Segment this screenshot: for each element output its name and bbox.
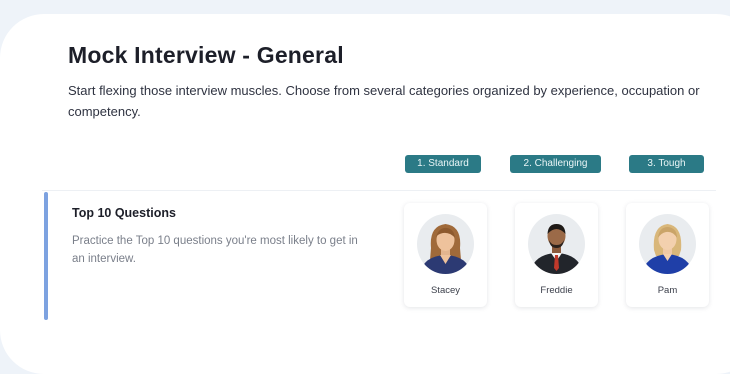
woman-avatar-icon: [639, 214, 696, 274]
interviewer-card-stacey[interactable]: Stacey: [404, 203, 487, 307]
interviewer-card-freddie[interactable]: Freddie: [515, 203, 598, 307]
interviewer-name: Pam: [657, 285, 678, 296]
page-description: Start flexing those interview muscles. C…: [68, 83, 700, 119]
woman-avatar-icon: [417, 214, 474, 274]
level-standard-badge: 1. Standard: [405, 155, 481, 173]
page-title: Mock Interview - General: [68, 42, 344, 68]
interviewer-name: Freddie: [540, 285, 573, 296]
interviewer-card-pam[interactable]: Pam: [626, 203, 709, 307]
row-accent-bar: [44, 192, 48, 320]
man-avatar-icon: [528, 214, 585, 274]
category-description: Practice the Top 10 questions you're mos…: [72, 235, 358, 265]
level-challenging-badge: 2. Challenging: [510, 155, 601, 173]
level-tough-badge: 3. Tough: [629, 155, 704, 173]
row-divider: [42, 190, 716, 191]
category-title: Top 10 Questions: [72, 206, 176, 220]
interviewer-name: Stacey: [430, 285, 461, 296]
